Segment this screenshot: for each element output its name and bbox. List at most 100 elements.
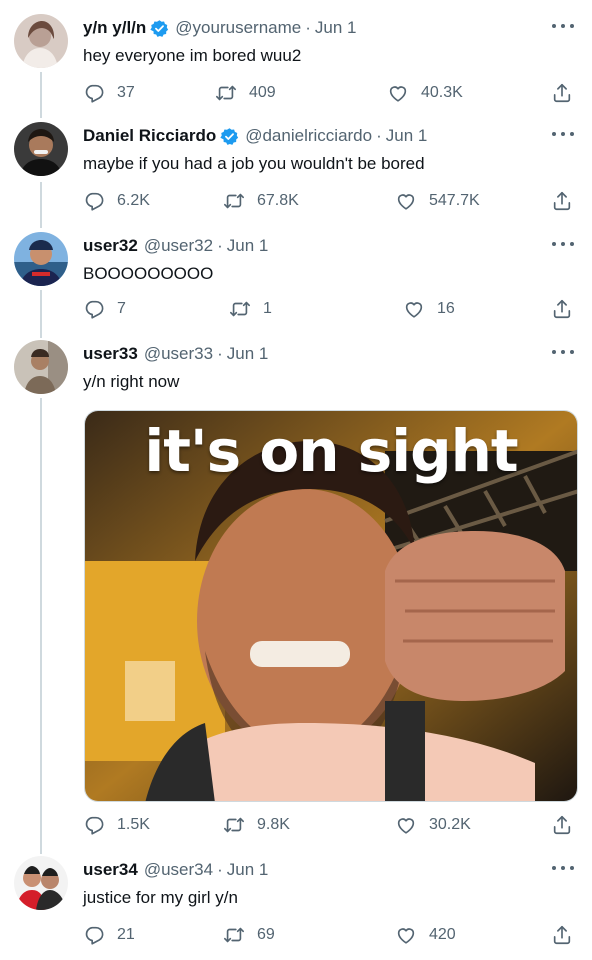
verified-badge-icon (150, 19, 169, 38)
share-button[interactable] (551, 298, 573, 320)
like-count: 40.3K (421, 84, 463, 101)
retweet-icon (223, 814, 245, 836)
more-options-icon[interactable] (552, 346, 574, 358)
like-icon (395, 924, 417, 946)
retweet-count: 9.8K (257, 816, 290, 833)
avatar[interactable] (14, 856, 68, 910)
retweet-icon (229, 298, 251, 320)
username-handle[interactable]: @danielricciardo (245, 126, 372, 146)
tweet-media-image[interactable]: it's on sight (84, 410, 578, 802)
more-options-icon[interactable] (552, 238, 574, 250)
reply-count: 6.2K (117, 192, 150, 209)
display-name[interactable]: Daniel Ricciardo (83, 126, 216, 146)
share-button[interactable] (551, 82, 573, 104)
like-button[interactable]: 30.2K (395, 814, 471, 836)
tweet-date[interactable]: Jun 1 (227, 860, 269, 880)
retweet-button[interactable]: 69 (223, 924, 275, 946)
like-count: 420 (429, 926, 456, 943)
more-options-icon[interactable] (552, 20, 574, 32)
like-button[interactable]: 16 (403, 298, 455, 320)
like-count: 30.2K (429, 816, 471, 833)
separator-dot: · (217, 344, 223, 363)
separator-dot: · (305, 18, 311, 37)
verified-badge-icon (220, 127, 239, 146)
like-button[interactable]: 40.3K (387, 82, 463, 104)
reply-count: 7 (117, 300, 126, 317)
more-options-icon[interactable] (552, 128, 574, 140)
reply-icon (83, 82, 105, 104)
retweet-count: 67.8K (257, 192, 299, 209)
tweet[interactable]: y/n y/l/n @yourusername · Jun 1 hey ever… (0, 14, 592, 114)
more-options-icon[interactable] (552, 862, 574, 874)
retweet-count: 409 (249, 84, 276, 101)
like-count: 547.7K (429, 192, 480, 209)
reply-icon (83, 924, 105, 946)
like-icon (403, 298, 425, 320)
reply-button[interactable]: 6.2K (83, 190, 150, 212)
share-icon (551, 82, 573, 104)
username-handle[interactable]: @user32 (144, 236, 213, 256)
tweet-date[interactable]: Jun 1 (227, 236, 269, 256)
reply-icon (83, 190, 105, 212)
reply-icon (83, 814, 105, 836)
like-count: 16 (437, 300, 455, 317)
retweet-button[interactable]: 1 (229, 298, 272, 320)
retweet-button[interactable]: 67.8K (223, 190, 299, 212)
tweet[interactable]: Daniel Ricciardo @danielricciardo · Jun … (0, 122, 592, 222)
avatar[interactable] (14, 14, 68, 68)
share-button[interactable] (551, 814, 573, 836)
share-button[interactable] (551, 924, 573, 946)
media-caption-text: it's on sight (144, 417, 518, 485)
retweet-button[interactable]: 409 (215, 82, 276, 104)
display-name[interactable]: user32 (83, 236, 138, 256)
tweet-actions: 7 1 16 (83, 298, 583, 324)
retweet-icon (215, 82, 237, 104)
retweet-icon (223, 190, 245, 212)
share-icon (551, 298, 573, 320)
display-name[interactable]: user33 (83, 344, 138, 364)
retweet-count: 69 (257, 926, 275, 943)
like-button[interactable]: 547.7K (395, 190, 480, 212)
tweet-date[interactable]: Jun 1 (315, 18, 357, 38)
avatar[interactable] (14, 122, 68, 176)
tweet-date[interactable]: Jun 1 (386, 126, 428, 146)
like-button[interactable]: 420 (395, 924, 456, 946)
reply-button[interactable]: 7 (83, 298, 126, 320)
reply-button[interactable]: 1.5K (83, 814, 150, 836)
like-icon (387, 82, 409, 104)
display-name[interactable]: user34 (83, 860, 138, 880)
username-handle[interactable]: @yourusername (175, 18, 301, 38)
tweet[interactable]: user32 @user32 · Jun 1 BOOOOOOOOO 7 1 16 (0, 232, 592, 332)
tweet-text: maybe if you had a job you wouldn't be b… (83, 154, 425, 173)
reply-count: 21 (117, 926, 135, 943)
share-button[interactable] (551, 190, 573, 212)
separator-dot: · (376, 126, 382, 145)
reply-button[interactable]: 37 (83, 82, 135, 104)
avatar[interactable] (14, 340, 68, 394)
share-icon (551, 190, 573, 212)
retweet-icon (223, 924, 245, 946)
retweet-count: 1 (263, 300, 272, 317)
retweet-button[interactable]: 9.8K (223, 814, 290, 836)
tweet-text: y/n right now (83, 372, 180, 391)
avatar[interactable] (14, 232, 68, 286)
tweet[interactable]: user34 @user34 · Jun 1 justice for my gi… (0, 856, 592, 956)
share-icon (551, 814, 573, 836)
username-handle[interactable]: @user33 (144, 344, 213, 364)
reply-button[interactable]: 21 (83, 924, 135, 946)
share-icon (551, 924, 573, 946)
reply-icon (83, 298, 105, 320)
tweet-actions: 21 69 420 (83, 924, 583, 950)
tweet-date[interactable]: Jun 1 (227, 344, 269, 364)
tweet[interactable]: user33 @user33 · Jun 1 y/n right now it'… (0, 340, 592, 850)
username-handle[interactable]: @user34 (144, 860, 213, 880)
tweet-actions: 6.2K 67.8K 547.7K (83, 190, 583, 216)
like-icon (395, 190, 417, 212)
tweet-text: BOOOOOOOOO (83, 264, 214, 283)
tweet-text: justice for my girl y/n (83, 888, 238, 907)
display-name[interactable]: y/n y/l/n (83, 18, 146, 38)
like-icon (395, 814, 417, 836)
reply-count: 37 (117, 84, 135, 101)
tweet-text: hey everyone im bored wuu2 (83, 46, 302, 65)
tweet-actions: 37 409 40.3K (83, 82, 583, 108)
